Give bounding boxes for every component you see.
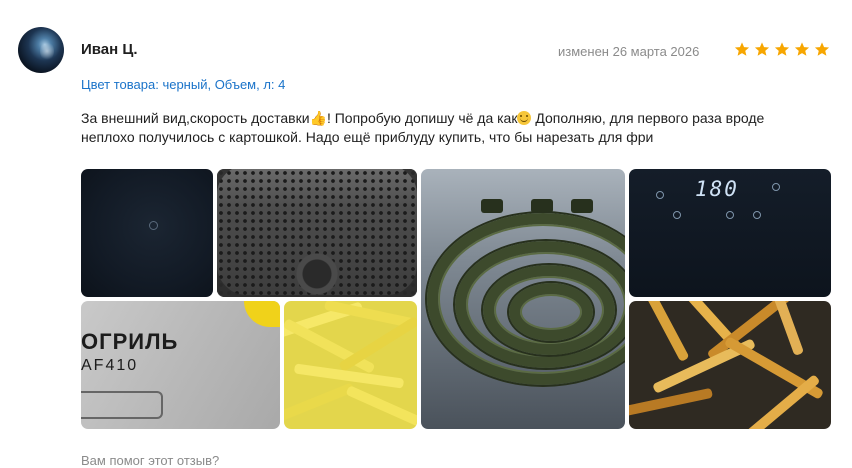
device-model-text: AF410 bbox=[81, 357, 139, 374]
fry-shape bbox=[638, 301, 690, 363]
review-text-part2: ! Попробую допишу чё да как bbox=[326, 110, 518, 126]
review-text: За внешний вид,скорость доставки👍! Попро… bbox=[81, 109, 811, 147]
photo-display-panel[interactable]: 180 bbox=[629, 169, 831, 297]
photo-raw-fries[interactable] bbox=[284, 301, 417, 429]
reviewer-name[interactable]: Иван Ц. bbox=[81, 41, 138, 58]
control-button-icon bbox=[726, 211, 734, 219]
star-icon bbox=[754, 42, 770, 56]
rating-stars bbox=[733, 41, 831, 58]
helpful-prompt: Вам помог этот отзыв? bbox=[81, 453, 220, 468]
brand-accent bbox=[244, 301, 280, 327]
photo-basket[interactable] bbox=[217, 169, 417, 297]
device-handle bbox=[81, 391, 163, 419]
star-icon bbox=[774, 42, 790, 56]
fry-shape bbox=[345, 385, 417, 427]
basket-rim bbox=[217, 169, 417, 297]
photo-device-label[interactable]: ОГРИЛЬ AF410 bbox=[81, 301, 280, 429]
control-button-icon bbox=[673, 211, 681, 219]
device-brand-text: ОГРИЛЬ bbox=[81, 329, 179, 354]
thumbs-up-icon: 👍 bbox=[309, 110, 327, 126]
fry-shape bbox=[284, 382, 355, 422]
product-variant[interactable]: Цвет товара: черный, Объем, л: 4 bbox=[81, 77, 285, 92]
fry-shape bbox=[338, 315, 417, 373]
star-icon bbox=[734, 42, 750, 56]
reviewer-avatar[interactable] bbox=[18, 27, 64, 73]
control-button-icon bbox=[753, 211, 761, 219]
coil-ring bbox=[509, 283, 593, 341]
temperature-display: 180 bbox=[695, 177, 739, 201]
photo-cooked-fries[interactable] bbox=[629, 301, 831, 429]
coil-bracket bbox=[481, 199, 503, 213]
photo-heating-coil[interactable] bbox=[421, 169, 625, 429]
fry-shape bbox=[629, 387, 714, 417]
photo-dark-panel[interactable] bbox=[81, 169, 213, 297]
smiling-face-icon bbox=[517, 111, 532, 125]
review-date: изменен 26 марта 2026 bbox=[558, 44, 700, 59]
coil-bracket bbox=[531, 199, 553, 213]
star-icon bbox=[794, 42, 810, 56]
power-light-icon bbox=[149, 221, 158, 230]
star-icon bbox=[814, 42, 830, 56]
review-text-part1: За внешний вид,скорость доставки bbox=[81, 110, 310, 126]
fry-shape bbox=[737, 374, 821, 429]
control-button-icon bbox=[656, 191, 664, 199]
coil-bracket bbox=[571, 199, 593, 213]
control-button-icon bbox=[772, 183, 780, 191]
